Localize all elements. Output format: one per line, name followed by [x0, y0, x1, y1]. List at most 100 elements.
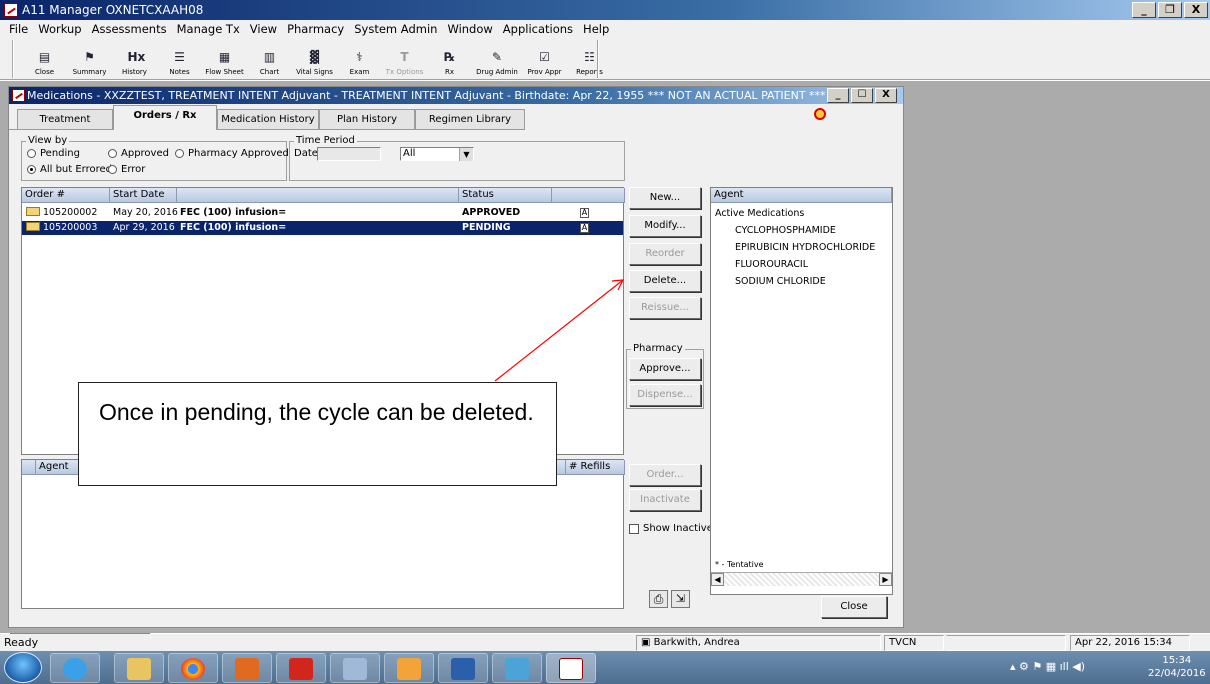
taskbar-ie-icon[interactable] [50, 653, 100, 683]
agent-scrollbar[interactable]: ◀ ▶ [711, 572, 892, 586]
folder-icon [26, 207, 40, 216]
scroll-right-icon[interactable]: ▶ [879, 573, 892, 586]
toolbar-vital-signs-button[interactable]: ▓ Vital Signs [292, 40, 337, 78]
menu-assessments[interactable]: Assessments [87, 22, 172, 36]
menu-view[interactable]: View [245, 22, 282, 36]
tray-clock[interactable]: 15:34 22/04/2016 [1148, 654, 1206, 680]
radio-pending[interactable]: Pending [27, 148, 80, 159]
taskbar-chrome-icon[interactable] [168, 653, 218, 683]
taskbar-outlook2-icon[interactable] [384, 653, 434, 683]
radio-pharmacy-approved[interactable]: Pharmacy Approved [175, 148, 289, 159]
col-description[interactable] [177, 188, 459, 203]
app-title: A11 Manager OXNETCXAAH08 [22, 3, 204, 17]
modify-button[interactable]: Modify... [629, 215, 701, 237]
minimize-button[interactable]: _ [1132, 2, 1156, 18]
medications-title: Medications - XXZZTEST, TREATMENT INTENT… [27, 89, 826, 102]
grid-icon: ▦ [218, 50, 231, 64]
menu-bar: File Workup Assessments Manage Tx View P… [0, 20, 1210, 38]
table-row[interactable]: 105200002 May 20, 2016 FEC (100) infusio… [22, 206, 623, 220]
reorder-button[interactable]: Reorder [629, 243, 701, 265]
table-row-selected[interactable]: 105200003 Apr 29, 2016 FEC (100) infusio… [22, 221, 623, 235]
tab-plan-history[interactable]: Plan History [319, 109, 415, 129]
menu-window[interactable]: Window [442, 22, 497, 36]
toolbar-drug-admin-button[interactable]: ✎ Drug Admin [472, 40, 522, 78]
taskbar-explorer-icon[interactable] [114, 653, 164, 683]
prov-appr-icon: ☑ [539, 50, 550, 64]
hx-icon: Hx [127, 50, 146, 64]
alert-circle-icon[interactable] [814, 108, 826, 120]
taskbar-medical-icon[interactable] [492, 653, 542, 683]
new-button[interactable]: New... [629, 187, 701, 209]
toolbar-rx-button[interactable]: ℞ Rx [427, 40, 472, 78]
order-button[interactable]: Order... [629, 464, 701, 486]
list-item[interactable]: CYCLOPHOSPHAMIDE [735, 225, 836, 236]
toolbar-exam-button[interactable]: ⚕ Exam [337, 40, 382, 78]
col-refills[interactable]: # Refills [566, 460, 625, 475]
export-icon[interactable]: ⇲ [671, 590, 690, 608]
col-order-number[interactable]: Order # [22, 188, 110, 203]
child-restore-button[interactable]: ☐ [851, 88, 873, 103]
dispense-button[interactable]: Dispense... [629, 384, 701, 406]
medications-title-bar[interactable]: Medications - XXZZTEST, TREATMENT INTENT… [9, 87, 903, 104]
tab-orders-rx[interactable]: Orders / Rx [113, 105, 217, 130]
menu-file[interactable]: File [4, 22, 33, 36]
close-window-button[interactable]: X [1184, 2, 1208, 18]
radio-approved[interactable]: Approved [108, 148, 169, 159]
taskbar-acrobat-icon[interactable] [276, 653, 326, 683]
menu-system-admin[interactable]: System Admin [349, 22, 442, 36]
tx-options-icon: T [400, 50, 409, 64]
toolbar-history-button[interactable]: Hx History [112, 40, 157, 78]
toolbar-notes-button[interactable]: ☰ Notes [157, 40, 202, 78]
child-minimize-button[interactable]: _ [827, 88, 849, 103]
child-close-button[interactable]: X [875, 88, 897, 103]
inactivate-button[interactable]: Inactivate [629, 489, 701, 511]
start-button[interactable] [4, 652, 42, 683]
list-item[interactable]: SODIUM CHLORIDE [735, 276, 826, 287]
col-start-date[interactable]: Start Date [110, 188, 177, 203]
date-field[interactable] [317, 147, 381, 161]
delete-button[interactable]: Delete... [629, 270, 701, 292]
toolbar-flow-sheet-button[interactable]: ▦ Flow Sheet [202, 40, 247, 78]
toolbar-prov-appr-button[interactable]: ☑ Prov Appr [522, 40, 567, 78]
toolbar-close-button[interactable]: ▤ Close [22, 40, 67, 78]
toolbar-chart-button[interactable]: ▥ Chart [247, 40, 292, 78]
list-item[interactable]: FLUOROURACIL [735, 259, 808, 270]
tab-medication-history[interactable]: Medication History [217, 109, 319, 129]
list-item[interactable]: EPIRUBICIN HYDROCHLORIDE [735, 242, 875, 253]
col-status[interactable]: Status [459, 188, 552, 203]
tray-icons[interactable]: ▴ ⚙ ⚑ ▦ ıll ◀) [1010, 660, 1085, 673]
radio-all-but-errored[interactable]: All but Errored [27, 164, 112, 175]
chevron-down-icon: ▼ [459, 148, 473, 161]
radio-error[interactable]: Error [108, 164, 145, 175]
menu-applications[interactable]: Applications [498, 22, 578, 36]
chart-icon: ▥ [263, 50, 276, 64]
col-flag[interactable] [552, 188, 625, 203]
show-inactive-checkbox[interactable]: Show Inactive [629, 523, 713, 534]
folder-icon [26, 222, 40, 231]
menu-help[interactable]: Help [578, 22, 614, 36]
menu-workup[interactable]: Workup [33, 22, 86, 36]
tab-regimen-library[interactable]: Regimen Library [415, 109, 525, 129]
taskbar-word-icon[interactable] [438, 653, 488, 683]
menu-pharmacy[interactable]: Pharmacy [282, 22, 349, 36]
agent-panel[interactable]: Agent Active Medications CYCLOPHOSPHAMID… [710, 187, 893, 595]
agent-panel-header: Agent [711, 188, 892, 203]
reissue-button[interactable]: Reissue... [629, 297, 701, 319]
approved-badge-icon: A [580, 208, 589, 218]
taskbar-outlook-icon[interactable] [222, 653, 272, 683]
taskbar-a11-icon[interactable] [546, 653, 596, 683]
scroll-left-icon[interactable]: ◀ [711, 573, 724, 586]
toolbar-reports-button[interactable]: ☷ Reports [567, 40, 612, 78]
restore-button[interactable]: ❐ [1158, 2, 1182, 18]
period-select[interactable]: All ▼ [400, 147, 474, 161]
taskbar-notepad-icon[interactable] [330, 653, 380, 683]
toolbar-summary-button[interactable]: ⚑ Summary [67, 40, 112, 78]
app-title-bar[interactable]: A11 Manager OXNETCXAAH08 _ ❐ X [0, 0, 1210, 20]
menu-manage-tx[interactable]: Manage Tx [172, 22, 245, 36]
tab-treatment[interactable]: Treatment [17, 109, 113, 129]
toolbar-tx-options-button[interactable]: T Tx Options [382, 40, 427, 78]
approve-button[interactable]: Approve... [629, 358, 701, 380]
medications-window: Medications - XXZZTEST, TREATMENT INTENT… [8, 86, 904, 628]
close-button[interactable]: Close [821, 596, 887, 618]
print-icon[interactable]: ⎙ [649, 590, 668, 608]
